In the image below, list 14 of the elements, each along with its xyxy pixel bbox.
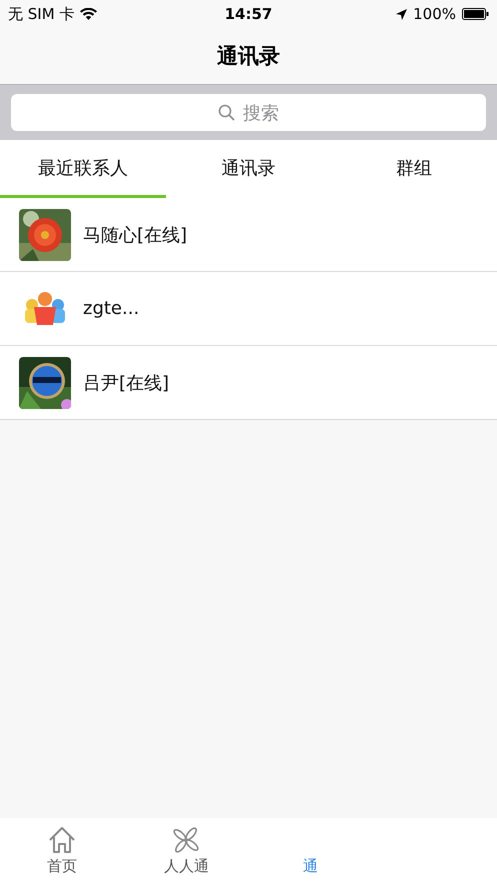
search-icon [218, 104, 235, 121]
location-arrow-icon [396, 8, 408, 20]
battery-icon [462, 8, 489, 20]
carrier-text: 无 SIM 卡 [8, 4, 74, 24]
contact-name[interactable]: 吕尹[在线] [83, 370, 170, 394]
clock-text: 14:57 [224, 5, 272, 23]
pinwheel-icon [171, 825, 202, 855]
battery-percent-text: 100% [413, 5, 456, 23]
contact-name[interactable]: zgte... [83, 298, 140, 319]
page-title: 通讯录 [217, 43, 280, 70]
contact-name[interactable]: 马随心[在线] [83, 222, 188, 246]
wifi-icon [80, 8, 98, 20]
search-placeholder: 搜索 [243, 102, 279, 124]
house-icon [47, 825, 78, 855]
